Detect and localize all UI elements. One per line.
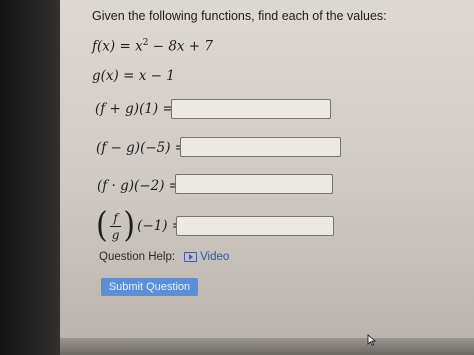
instructions-text: Given the following functions, find each… xyxy=(92,9,387,23)
question-2-label: (f − g)(−5) = xyxy=(96,140,187,156)
function-f-definition: f(x) = x2 − 8x + 7 xyxy=(92,38,214,55)
question-4-label: ( f g ) (−1) = xyxy=(96,205,184,246)
submit-question-button[interactable]: Submit Question xyxy=(101,278,198,296)
mouse-cursor-icon xyxy=(367,334,376,346)
question-3-label: (f · g)(−2) = xyxy=(97,178,181,194)
screen-bottom-edge xyxy=(60,338,474,355)
fraction-f-over-g: f g xyxy=(110,210,121,242)
answer-input-4[interactable] xyxy=(176,216,334,236)
monitor-bezel xyxy=(0,0,60,355)
answer-input-3[interactable] xyxy=(175,174,333,194)
video-link-label: Video xyxy=(200,251,230,263)
right-paren: ) xyxy=(123,205,136,246)
answer-input-1[interactable] xyxy=(171,99,331,119)
video-help-link[interactable]: Video xyxy=(184,251,229,263)
question-help: Question Help: Video xyxy=(99,251,229,263)
function-g-definition: g(x) = x − 1 xyxy=(92,68,175,84)
video-icon xyxy=(184,252,198,262)
question-1-label: (f + g)(1) = xyxy=(95,101,174,117)
left-paren: ( xyxy=(96,205,108,246)
question-help-label: Question Help: xyxy=(99,251,176,263)
answer-input-2[interactable] xyxy=(180,137,341,157)
